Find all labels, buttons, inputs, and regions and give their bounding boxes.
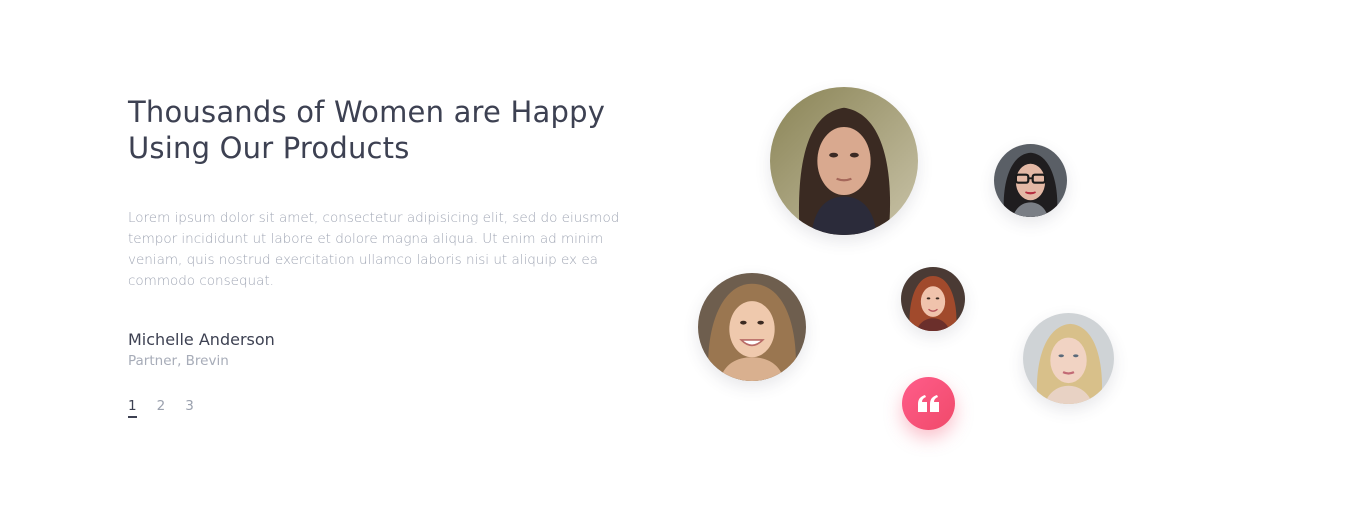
headline-line-1: Thousands of Women are Happy bbox=[128, 95, 606, 129]
pager-page-3[interactable]: 3 bbox=[185, 398, 194, 418]
avatar-portrait-4 bbox=[901, 267, 965, 331]
avatar-smiling[interactable] bbox=[698, 273, 806, 381]
author-name: Michelle Anderson bbox=[128, 330, 275, 349]
pager-page-2[interactable]: 2 bbox=[157, 398, 166, 418]
avatar-redhead[interactable] bbox=[901, 267, 965, 331]
author-role: Partner, Brevin bbox=[128, 353, 229, 369]
testimonial-text-column: Thousands of Women are Happy Using Our P… bbox=[128, 94, 638, 418]
avatar-blonde[interactable] bbox=[1023, 313, 1114, 404]
avatar-large-top[interactable] bbox=[770, 87, 918, 235]
avatar-portrait-1 bbox=[770, 87, 918, 235]
quote-button[interactable] bbox=[902, 377, 955, 430]
avatar-portrait-2 bbox=[994, 144, 1067, 217]
testimonial-pager: 1 2 3 bbox=[128, 398, 638, 418]
testimonial-headline: Thousands of Women are Happy Using Our P… bbox=[128, 94, 638, 166]
headline-line-2: Using Our Products bbox=[128, 131, 410, 165]
testimonial-section: Thousands of Women are Happy Using Our P… bbox=[0, 0, 1366, 523]
avatar-portrait-3 bbox=[698, 273, 806, 381]
avatar-portrait-5 bbox=[1023, 313, 1114, 404]
testimonial-body: Lorem ipsum dolor sit amet, consectetur … bbox=[128, 210, 620, 289]
pager-page-1[interactable]: 1 bbox=[128, 398, 137, 418]
quote-icon bbox=[917, 394, 939, 412]
avatar-glasses[interactable] bbox=[994, 144, 1067, 217]
